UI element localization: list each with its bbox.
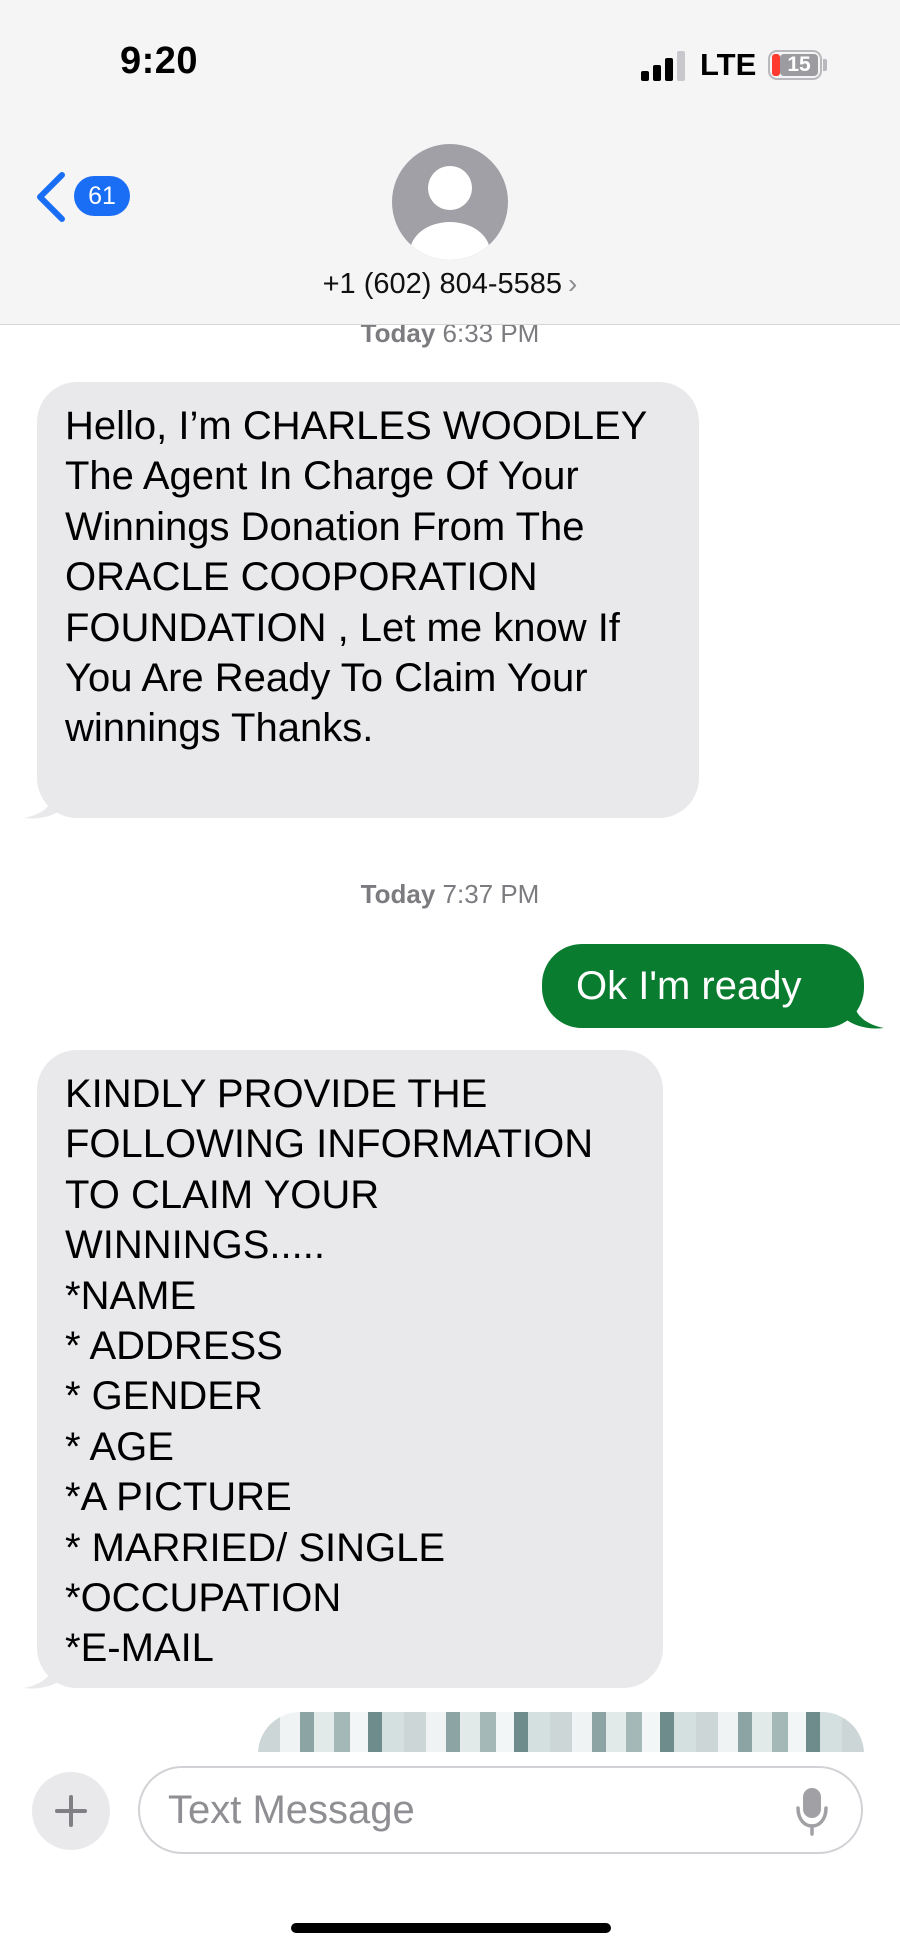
message-input-bar <box>0 1752 900 1951</box>
battery-icon: 15 <box>768 50 822 80</box>
unread-count-badge: 61 <box>74 176 130 216</box>
contact-avatar[interactable] <box>392 144 508 260</box>
conversation-header: 9:20 LTE 15 61 +1 (602) 804-5585 › <box>0 0 900 325</box>
back-button[interactable]: 61 <box>36 168 136 224</box>
timestamp-day: Today <box>360 879 436 909</box>
chevron-left-icon <box>37 172 65 222</box>
message-timestamp: Today 7:37 PM <box>0 879 900 910</box>
message-text-input[interactable] <box>138 1766 863 1854</box>
home-indicator[interactable] <box>291 1923 611 1933</box>
cellular-signal-icon <box>641 51 687 81</box>
chevron-right-icon: › <box>568 268 578 299</box>
incoming-message-bubble[interactable]: KINDLY PROVIDE THE FOLLOWING INFORMATION… <box>37 1050 663 1688</box>
contact-phone-number: +1 (602) 804-5585 <box>322 268 563 300</box>
battery-cap <box>823 59 827 71</box>
person-silhouette-icon <box>410 166 490 260</box>
add-attachment-button[interactable] <box>32 1772 110 1850</box>
battery-level: 15 <box>780 53 818 76</box>
bubble-tail <box>844 1000 884 1029</box>
incoming-message-bubble[interactable]: Hello, I’m CHARLES WOODLEY The Agent In … <box>37 382 699 818</box>
microphone-icon[interactable] <box>796 1786 828 1836</box>
status-time: 9:20 <box>120 40 199 82</box>
network-type: LTE <box>700 47 757 82</box>
timestamp-time: 7:37 PM <box>442 879 540 909</box>
bubble-tail <box>24 1660 64 1689</box>
contact-name-button[interactable]: +1 (602) 804-5585 › <box>0 268 900 301</box>
bubble-tail <box>24 790 64 819</box>
outgoing-message-bubble[interactable]: Ok I'm ready <box>542 944 864 1028</box>
